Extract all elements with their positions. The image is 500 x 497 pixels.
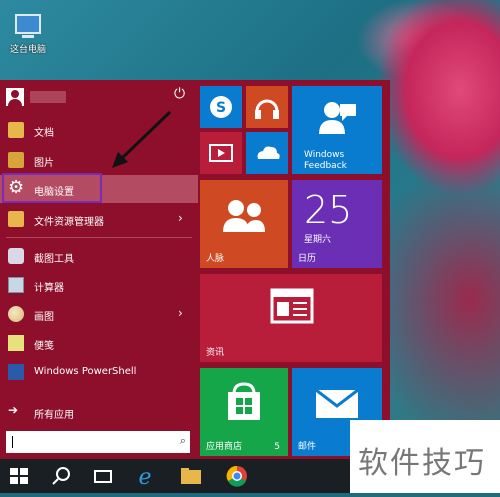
taskbar-chrome[interactable] bbox=[218, 459, 256, 493]
start-button[interactable] bbox=[0, 459, 38, 493]
search-icon bbox=[52, 467, 70, 485]
taskbar-search-button[interactable] bbox=[42, 459, 80, 493]
chrome-icon bbox=[226, 465, 247, 487]
folder-icon bbox=[181, 468, 201, 484]
task-view-button[interactable] bbox=[84, 459, 122, 493]
svg-text:e: e bbox=[138, 465, 151, 490]
windows-logo-icon bbox=[10, 468, 28, 484]
watermark: 软件技巧 bbox=[350, 420, 500, 493]
taskbar-internet-explorer[interactable]: e bbox=[126, 459, 164, 493]
task-view-icon bbox=[94, 470, 112, 483]
taskbar-file-explorer[interactable] bbox=[172, 459, 210, 493]
internet-explorer-icon: e bbox=[138, 465, 151, 490]
